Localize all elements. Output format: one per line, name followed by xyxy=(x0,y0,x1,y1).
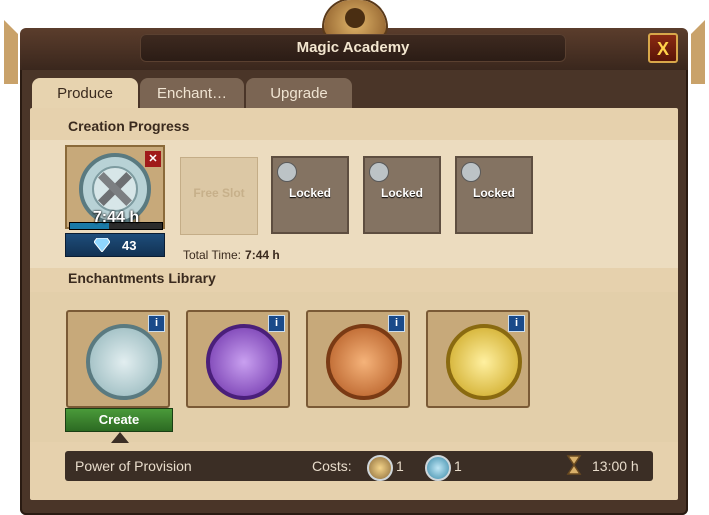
lion-face xyxy=(345,8,365,28)
info-icon[interactable]: i xyxy=(268,315,285,332)
close-button[interactable]: X xyxy=(648,33,678,63)
total-time-label: Total Time: xyxy=(183,248,242,262)
padlock-icon xyxy=(461,162,481,182)
total-time: Total Time: 7:44 h xyxy=(183,248,280,262)
padlock-icon xyxy=(369,162,389,182)
tab-produce[interactable]: Produce xyxy=(32,78,138,110)
production-time: 13:00 h xyxy=(592,458,639,474)
cost-1-value: 1 xyxy=(396,458,404,474)
enchantment-card-crate[interactable]: i xyxy=(306,310,410,408)
costs-label: Costs: xyxy=(312,458,352,474)
free-slot[interactable]: Free Slot xyxy=(180,157,258,235)
enchantment-info-bar: Power of Provision Costs: 1 1 13:00 h xyxy=(65,451,653,481)
selection-pointer xyxy=(111,432,129,443)
free-slot-label: Free Slot xyxy=(193,186,245,200)
locked-slot-label: Locked xyxy=(380,186,423,200)
creation-progress-heading: Creation Progress xyxy=(68,118,190,134)
left-ornament xyxy=(4,20,58,84)
window-title: Magic Academy xyxy=(140,34,566,62)
padlock-icon xyxy=(277,162,297,182)
mana-resource-icon xyxy=(425,455,451,481)
crossed-hammers-icon xyxy=(86,324,162,400)
gem-cost: 43 xyxy=(122,238,137,253)
locked-slot-2[interactable]: Locked xyxy=(363,156,441,234)
locked-slot-label: Locked xyxy=(472,186,515,200)
crate-icon xyxy=(326,324,402,400)
info-icon[interactable]: i xyxy=(508,315,525,332)
cancel-production-icon[interactable]: ✕ xyxy=(145,151,161,167)
golden-book-icon xyxy=(446,324,522,400)
create-button[interactable]: Create xyxy=(65,408,173,432)
hourglass-icon xyxy=(566,455,582,475)
info-icon[interactable]: i xyxy=(388,315,405,332)
enchantment-card-hammers[interactable]: i xyxy=(66,310,170,408)
total-time-value: 7:44 h xyxy=(245,248,280,262)
handshake-icon xyxy=(206,324,282,400)
supplies-resource-icon xyxy=(367,455,393,481)
production-time-left: 7:44 h xyxy=(92,209,140,226)
enchantments-library-heading: Enchantments Library xyxy=(68,270,216,286)
tab-enchant[interactable]: Enchant… xyxy=(140,78,244,110)
enchantment-card-book[interactable]: i xyxy=(426,310,530,408)
locked-slot-label: Locked xyxy=(288,186,331,200)
finish-with-gems-button[interactable]: 43 xyxy=(65,233,165,257)
tab-upgrade[interactable]: Upgrade xyxy=(246,78,352,110)
locked-slot-1[interactable]: Locked xyxy=(271,156,349,234)
diamond-icon xyxy=(94,238,110,252)
cost-2-value: 1 xyxy=(454,458,462,474)
locked-slot-3[interactable]: Locked xyxy=(455,156,533,234)
enchantment-card-handshake[interactable]: i xyxy=(186,310,290,408)
enchantment-name: Power of Provision xyxy=(75,458,192,474)
info-icon[interactable]: i xyxy=(148,315,165,332)
